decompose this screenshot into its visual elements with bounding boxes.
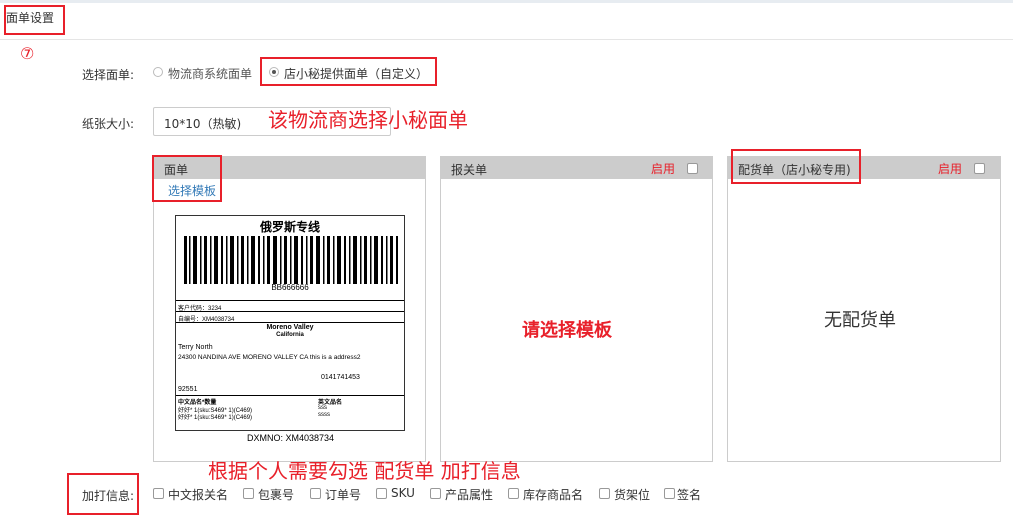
option-shelf[interactable]: 货架位 [614,486,650,503]
checkbox-package-no[interactable] [243,488,254,499]
checkbox-stock-name[interactable] [508,488,519,499]
option-product-attr[interactable]: 产品属性 [445,486,493,503]
barcode-number: BB666666 [271,283,309,292]
label-divider [176,300,404,301]
paper-size-label: 纸张大小: [82,117,135,131]
picking-enable-checkbox[interactable] [974,163,985,174]
item2-en: ssss [318,412,330,418]
checkbox-sku[interactable] [376,488,387,499]
checkbox-shelf[interactable] [599,488,610,499]
checkbox-signature[interactable] [664,488,675,499]
label-divider [176,311,404,312]
recipient-city: Moreno Valley [266,324,314,331]
recipient-address: 24300 NANDINA AVE MORENO VALLEY CA this … [178,354,361,361]
option-signature[interactable]: 签名 [677,486,701,503]
tab-bar: 面单设置 [0,3,1013,40]
radio-carrier-system-label[interactable]: 物流商系统面单 [168,65,252,82]
checkbox-product-attr[interactable] [430,488,441,499]
option-package-no[interactable]: 包裹号 [258,486,294,503]
barcode [184,236,398,284]
option-sku[interactable]: SKU [391,486,415,500]
dxmno-number: DXMNO: XM4038734 [247,433,335,443]
radio-carrier-system[interactable] [153,67,163,77]
picking-enable-label: 启用 [938,162,963,176]
label-divider [176,322,404,323]
no-picking-list-text: 无配货单 [824,310,896,331]
panel-customs: 报关单 启用 [440,156,713,462]
recipient-phone: 0141741453 [321,374,360,381]
highlight-box-custom-waybill [260,57,437,86]
option-cn-customs-name[interactable]: 中文报关名 [168,486,228,503]
recipient-zip: 92551 [178,386,198,393]
highlight-box-print-info [67,473,139,515]
highlight-box-tab [4,5,65,35]
item2-cn: 好好* 1(sku:S469* 1)(C469) [178,415,253,421]
step-marker: ⑦ [20,44,35,63]
checkbox-cn-customs-name[interactable] [153,488,164,499]
annotation-check-hint: 根据个人需要勾选 配货单 加打信息 [208,459,521,483]
customs-enable-label: 启用 [651,162,676,176]
checkbox-order-no[interactable] [310,488,321,499]
item1-en: sss [318,405,327,411]
label-title: 俄罗斯专线 [259,220,320,234]
annotation-please-choose: 请选择模板 [522,320,612,341]
label-divider [176,395,404,396]
waybill-select-label: 选择面单: [82,68,135,82]
highlight-box-waybill-header [152,155,222,202]
recipient-name: Terry North [178,344,213,351]
recipient-state: California [276,332,304,338]
customs-enable-checkbox[interactable] [687,163,698,174]
highlight-box-picking-header [731,149,861,184]
option-stock-name[interactable]: 库存商品名 [523,486,583,503]
option-order-no[interactable]: 订单号 [325,486,361,503]
annotation-choose-small-secret: 该物流商选择小秘面单 [268,108,468,132]
waybill-label-preview: 俄罗斯专线 BB666666 客户代码：3234 自编号：XM4038734 M… [175,215,405,431]
